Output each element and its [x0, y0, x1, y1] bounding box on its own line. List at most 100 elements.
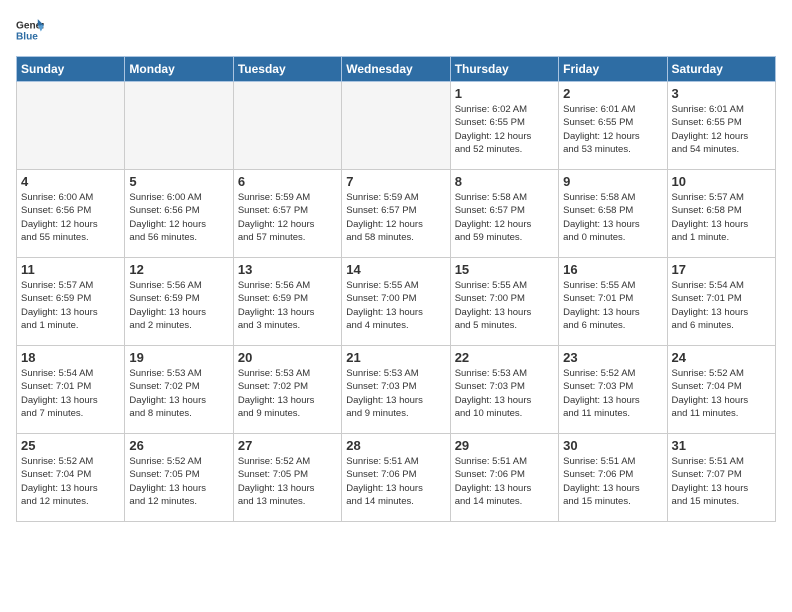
calendar-table: SundayMondayTuesdayWednesdayThursdayFrid…: [16, 56, 776, 522]
calendar-cell: 5 Sunrise: 6:00 AM Sunset: 6:56 PM Daylig…: [125, 170, 233, 258]
day-info: Sunrise: 5:52 AM Sunset: 7:04 PM Dayligh…: [21, 455, 120, 508]
day-info: Sunrise: 5:51 AM Sunset: 7:07 PM Dayligh…: [672, 455, 771, 508]
calendar-cell: 27 Sunrise: 5:52 AM Sunset: 7:05 PM Dayli…: [233, 434, 341, 522]
day-info: Sunrise: 5:51 AM Sunset: 7:06 PM Dayligh…: [346, 455, 445, 508]
calendar-cell: 7 Sunrise: 5:59 AM Sunset: 6:57 PM Daylig…: [342, 170, 450, 258]
calendar-week-row: 4 Sunrise: 6:00 AM Sunset: 6:56 PM Daylig…: [17, 170, 776, 258]
calendar-cell: 18 Sunrise: 5:54 AM Sunset: 7:01 PM Dayli…: [17, 346, 125, 434]
day-number: 24: [672, 350, 771, 365]
day-number: 14: [346, 262, 445, 277]
day-number: 15: [455, 262, 554, 277]
day-info: Sunrise: 5:52 AM Sunset: 7:05 PM Dayligh…: [238, 455, 337, 508]
calendar-cell: 15 Sunrise: 5:55 AM Sunset: 7:00 PM Dayli…: [450, 258, 558, 346]
calendar-cell: 21 Sunrise: 5:53 AM Sunset: 7:03 PM Dayli…: [342, 346, 450, 434]
day-number: 23: [563, 350, 662, 365]
day-number: 11: [21, 262, 120, 277]
day-info: Sunrise: 5:51 AM Sunset: 7:06 PM Dayligh…: [563, 455, 662, 508]
calendar-cell: 14 Sunrise: 5:55 AM Sunset: 7:00 PM Dayli…: [342, 258, 450, 346]
day-number: 3: [672, 86, 771, 101]
day-info: Sunrise: 5:52 AM Sunset: 7:05 PM Dayligh…: [129, 455, 228, 508]
day-info: Sunrise: 6:00 AM Sunset: 6:56 PM Dayligh…: [21, 191, 120, 244]
day-info: Sunrise: 5:53 AM Sunset: 7:03 PM Dayligh…: [455, 367, 554, 420]
calendar-cell: 20Sunrise: 5:53 AM Sunset: 7:02 PM Dayli…: [233, 346, 341, 434]
day-number: 9: [563, 174, 662, 189]
day-number: 29: [455, 438, 554, 453]
calendar-cell: 11Sunrise: 5:57 AM Sunset: 6:59 PM Dayli…: [17, 258, 125, 346]
calendar-week-row: 18 Sunrise: 5:54 AM Sunset: 7:01 PM Dayli…: [17, 346, 776, 434]
calendar-cell: 16 Sunrise: 5:55 AM Sunset: 7:01 PM Dayli…: [559, 258, 667, 346]
day-number: 30: [563, 438, 662, 453]
day-info: Sunrise: 5:58 AM Sunset: 6:58 PM Dayligh…: [563, 191, 662, 244]
day-info: Sunrise: 5:56 AM Sunset: 6:59 PM Dayligh…: [129, 279, 228, 332]
calendar-cell: [17, 82, 125, 170]
calendar-cell: 22 Sunrise: 5:53 AM Sunset: 7:03 PM Dayli…: [450, 346, 558, 434]
day-of-week-header: Tuesday: [233, 57, 341, 82]
day-of-week-header: Sunday: [17, 57, 125, 82]
calendar-cell: [125, 82, 233, 170]
day-info: Sunrise: 6:01 AM Sunset: 6:55 PM Dayligh…: [672, 103, 771, 156]
day-info: Sunrise: 5:58 AM Sunset: 6:57 PM Dayligh…: [455, 191, 554, 244]
calendar-cell: 4 Sunrise: 6:00 AM Sunset: 6:56 PM Daylig…: [17, 170, 125, 258]
calendar-cell: 12Sunrise: 5:56 AM Sunset: 6:59 PM Dayli…: [125, 258, 233, 346]
calendar-cell: 28 Sunrise: 5:51 AM Sunset: 7:06 PM Dayli…: [342, 434, 450, 522]
svg-text:Blue: Blue: [16, 31, 38, 42]
day-number: 16: [563, 262, 662, 277]
day-info: Sunrise: 5:55 AM Sunset: 7:01 PM Dayligh…: [563, 279, 662, 332]
day-of-week-header: Thursday: [450, 57, 558, 82]
calendar-cell: [233, 82, 341, 170]
calendar-cell: 6 Sunrise: 5:59 AM Sunset: 6:57 PM Daylig…: [233, 170, 341, 258]
day-number: 18: [21, 350, 120, 365]
calendar-cell: 8Sunrise: 5:58 AM Sunset: 6:57 PM Daylig…: [450, 170, 558, 258]
logo: General Blue: [16, 16, 44, 44]
calendar-cell: 2 Sunrise: 6:01 AM Sunset: 6:55 PM Daylig…: [559, 82, 667, 170]
calendar-cell: 9 Sunrise: 5:58 AM Sunset: 6:58 PM Daylig…: [559, 170, 667, 258]
calendar-cell: 24Sunrise: 5:52 AM Sunset: 7:04 PM Dayli…: [667, 346, 775, 434]
day-info: Sunrise: 5:51 AM Sunset: 7:06 PM Dayligh…: [455, 455, 554, 508]
day-number: 21: [346, 350, 445, 365]
calendar-cell: 13 Sunrise: 5:56 AM Sunset: 6:59 PM Dayli…: [233, 258, 341, 346]
day-info: Sunrise: 5:53 AM Sunset: 7:03 PM Dayligh…: [346, 367, 445, 420]
day-info: Sunrise: 5:56 AM Sunset: 6:59 PM Dayligh…: [238, 279, 337, 332]
day-info: Sunrise: 5:59 AM Sunset: 6:57 PM Dayligh…: [346, 191, 445, 244]
day-info: Sunrise: 5:53 AM Sunset: 7:02 PM Dayligh…: [129, 367, 228, 420]
day-number: 7: [346, 174, 445, 189]
calendar-cell: [342, 82, 450, 170]
day-number: 22: [455, 350, 554, 365]
day-number: 27: [238, 438, 337, 453]
calendar-week-row: 25Sunrise: 5:52 AM Sunset: 7:04 PM Dayli…: [17, 434, 776, 522]
calendar-cell: 19 Sunrise: 5:53 AM Sunset: 7:02 PM Dayli…: [125, 346, 233, 434]
calendar-cell: 10Sunrise: 5:57 AM Sunset: 6:58 PM Dayli…: [667, 170, 775, 258]
calendar-header-row: SundayMondayTuesdayWednesdayThursdayFrid…: [17, 57, 776, 82]
day-of-week-header: Saturday: [667, 57, 775, 82]
day-number: 28: [346, 438, 445, 453]
day-number: 19: [129, 350, 228, 365]
day-of-week-header: Wednesday: [342, 57, 450, 82]
day-number: 26: [129, 438, 228, 453]
calendar-cell: 1Sunrise: 6:02 AM Sunset: 6:55 PM Daylig…: [450, 82, 558, 170]
day-of-week-header: Monday: [125, 57, 233, 82]
day-number: 2: [563, 86, 662, 101]
calendar-week-row: 1Sunrise: 6:02 AM Sunset: 6:55 PM Daylig…: [17, 82, 776, 170]
day-info: Sunrise: 6:00 AM Sunset: 6:56 PM Dayligh…: [129, 191, 228, 244]
day-info: Sunrise: 5:53 AM Sunset: 7:02 PM Dayligh…: [238, 367, 337, 420]
day-info: Sunrise: 6:02 AM Sunset: 6:55 PM Dayligh…: [455, 103, 554, 156]
day-number: 6: [238, 174, 337, 189]
day-info: Sunrise: 5:55 AM Sunset: 7:00 PM Dayligh…: [346, 279, 445, 332]
day-number: 17: [672, 262, 771, 277]
calendar-cell: 23 Sunrise: 5:52 AM Sunset: 7:03 PM Dayli…: [559, 346, 667, 434]
day-info: Sunrise: 5:54 AM Sunset: 7:01 PM Dayligh…: [672, 279, 771, 332]
day-info: Sunrise: 5:52 AM Sunset: 7:03 PM Dayligh…: [563, 367, 662, 420]
day-info: Sunrise: 6:01 AM Sunset: 6:55 PM Dayligh…: [563, 103, 662, 156]
day-number: 5: [129, 174, 228, 189]
calendar-cell: 31 Sunrise: 5:51 AM Sunset: 7:07 PM Dayli…: [667, 434, 775, 522]
day-info: Sunrise: 5:55 AM Sunset: 7:00 PM Dayligh…: [455, 279, 554, 332]
calendar-week-row: 11Sunrise: 5:57 AM Sunset: 6:59 PM Dayli…: [17, 258, 776, 346]
day-number: 31: [672, 438, 771, 453]
calendar-cell: 29 Sunrise: 5:51 AM Sunset: 7:06 PM Dayli…: [450, 434, 558, 522]
logo-icon: General Blue: [16, 16, 44, 44]
day-info: Sunrise: 5:59 AM Sunset: 6:57 PM Dayligh…: [238, 191, 337, 244]
calendar-cell: 3 Sunrise: 6:01 AM Sunset: 6:55 PM Daylig…: [667, 82, 775, 170]
day-number: 13: [238, 262, 337, 277]
day-number: 4: [21, 174, 120, 189]
day-info: Sunrise: 5:54 AM Sunset: 7:01 PM Dayligh…: [21, 367, 120, 420]
